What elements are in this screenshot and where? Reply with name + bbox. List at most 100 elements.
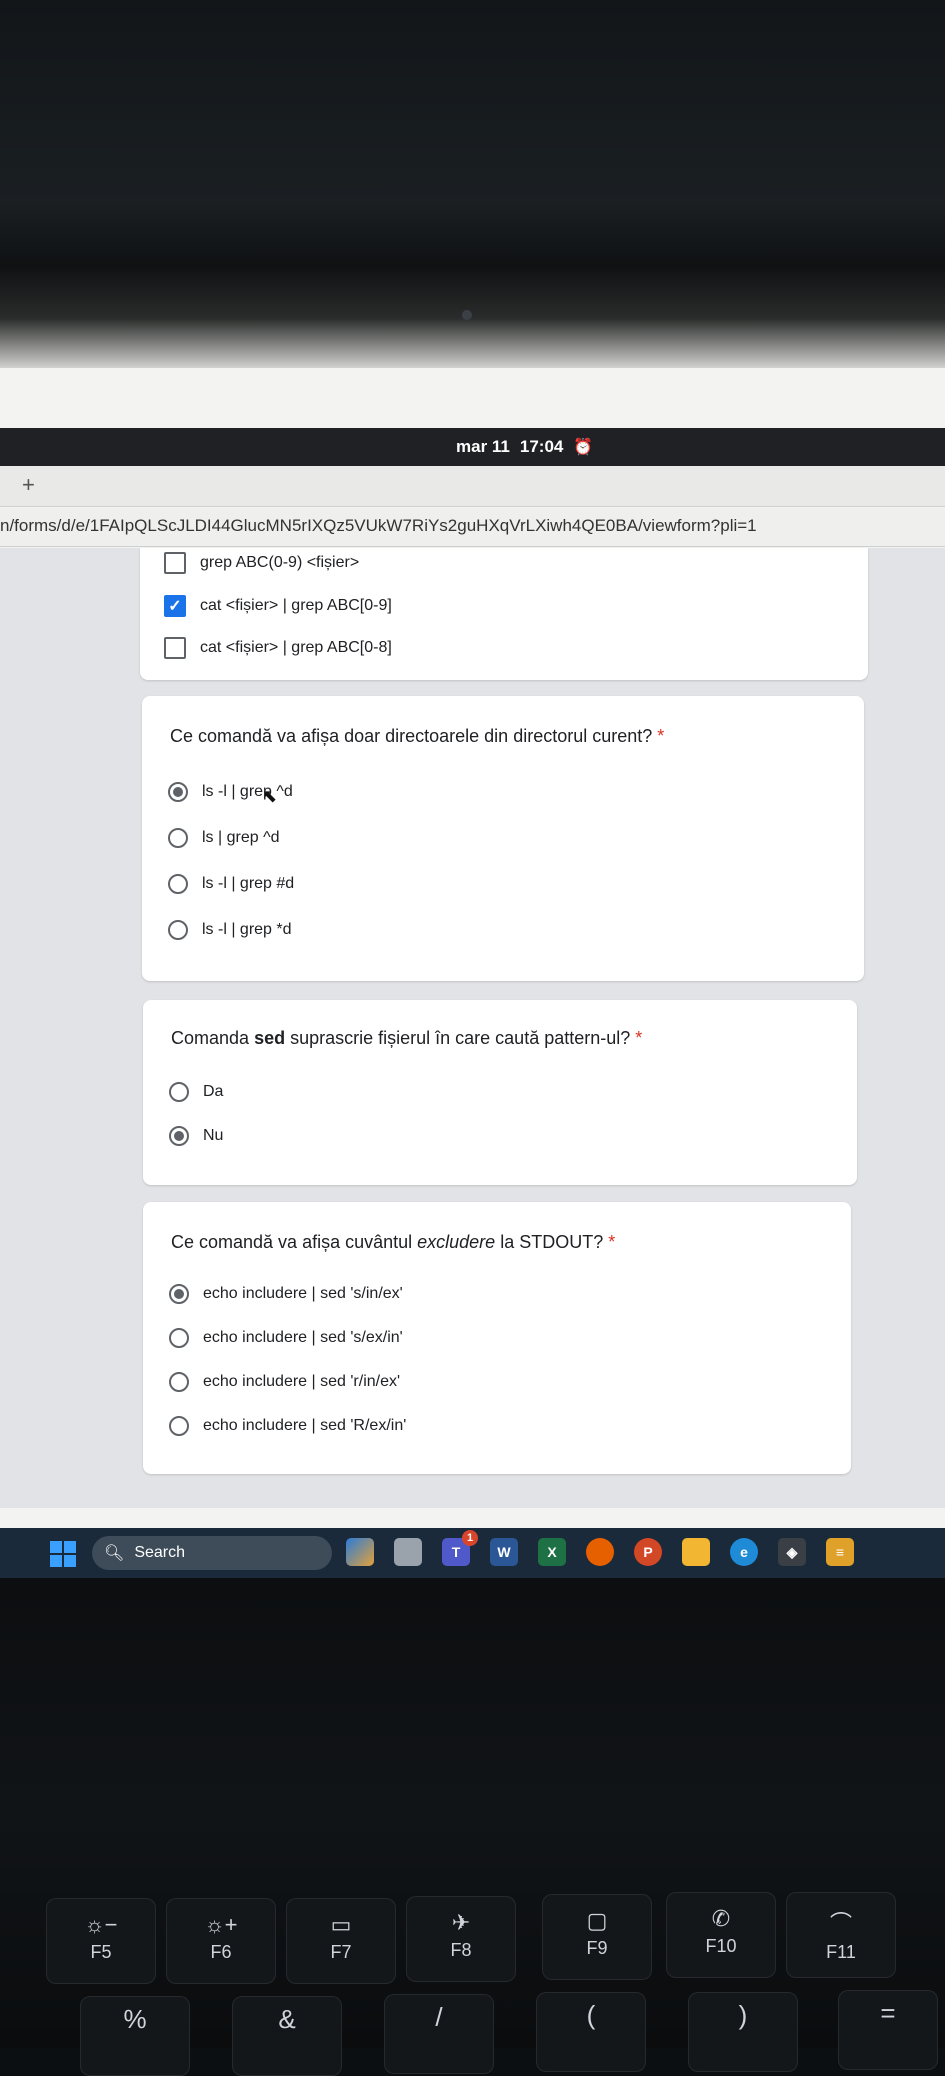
radio-option[interactable]: echo includere | sed 's/in/ex' — [169, 1284, 403, 1304]
required-marker: * — [608, 1232, 616, 1252]
question-title: Comanda sed suprascrie fișierul în care … — [171, 1028, 643, 1048]
laptop-bezel — [0, 0, 945, 370]
checkbox[interactable] — [164, 637, 186, 659]
airplane-mode-icon: ✈ — [451, 1910, 471, 1935]
taskbar: 🔍︎ Search T1 W X P e ◈ ≡ — [0, 1528, 945, 1578]
option-label: ls -l | grep #d — [202, 875, 295, 892]
option-label: ls -l | grep ^d — [202, 783, 293, 800]
key-paren-open[interactable]: ( — [536, 1992, 646, 2072]
mouse-pointer-icon: ⬉ — [262, 786, 278, 806]
key-slash[interactable]: / — [384, 1994, 494, 2074]
radio-option[interactable]: Nu — [169, 1126, 223, 1146]
key-percent[interactable]: % — [80, 1996, 190, 2076]
clock-date: mar 11 — [456, 437, 510, 456]
checkbox-option[interactable]: ✓ cat <fișier> | grep ABC[0-9] — [164, 595, 392, 617]
word-icon[interactable]: W — [490, 1538, 518, 1566]
key-f11[interactable]: ⌒ F11 — [786, 1892, 896, 1978]
question-card: Ce comandă va afișa doar directoarele di… — [142, 696, 864, 981]
taskbar-search[interactable]: 🔍︎ Search — [92, 1536, 332, 1570]
question-card-checkbox: grep ABC(0-9) <fișier> ✓ cat <fișier> | … — [140, 548, 868, 680]
checkbox-checked[interactable]: ✓ — [164, 595, 186, 617]
address-bar[interactable]: n/forms/d/e/1FAIpQLScJLDI44GlucMN5rIXQz5… — [0, 508, 945, 547]
key-f9[interactable]: ▢ F9 — [542, 1894, 652, 1980]
clock[interactable]: mar 11 17:04 ⏰ — [456, 437, 593, 457]
radio-option[interactable]: echo includere | sed 's/ex/in' — [169, 1328, 403, 1348]
form-page: grep ABC(0-9) <fișier> ✓ cat <fișier> | … — [0, 548, 945, 1508]
message-icon: ▢ — [586, 1908, 608, 1933]
key-f6[interactable]: ☼+ F6 — [166, 1898, 276, 1984]
radio-option[interactable]: ls -l | grep *d — [168, 920, 292, 940]
option-label: echo includere | sed 'R/ex/in' — [203, 1417, 407, 1434]
question-title: Ce comandă va afișa doar directoarele di… — [170, 726, 665, 746]
brightness-up-icon: ☼+ — [204, 1912, 238, 1937]
radio[interactable] — [169, 1082, 189, 1102]
radio[interactable] — [169, 1416, 189, 1436]
package-icon[interactable]: ◈ — [778, 1538, 806, 1566]
required-marker: * — [635, 1028, 643, 1048]
question-card: Comanda sed suprascrie fișierul în care … — [143, 1000, 857, 1185]
webcam — [462, 310, 472, 320]
option-label: ls -l | grep *d — [202, 921, 292, 938]
teams-icon[interactable]: T1 — [442, 1530, 478, 1566]
screen: mar 11 17:04 ⏰ + n/forms/d/e/1FAIpQLScJL… — [0, 368, 945, 1578]
option-label: ls | grep ^d — [202, 829, 280, 846]
powerpoint-icon[interactable]: P — [634, 1538, 662, 1566]
clock-time: 17:04 — [519, 437, 564, 456]
required-marker: * — [657, 726, 665, 746]
radio-option[interactable]: Da — [169, 1082, 223, 1102]
checkbox-option[interactable]: grep ABC(0-9) <fișier> — [164, 552, 359, 574]
brightness-down-icon: ☼− — [84, 1912, 118, 1937]
key-f8[interactable]: ✈ F8 — [406, 1896, 516, 1982]
hang-up-icon: ⌒ — [829, 1911, 852, 1936]
key-f5[interactable]: ☼− F5 — [46, 1898, 156, 1984]
radio-option[interactable]: ls | grep ^d — [168, 828, 279, 848]
checkbox[interactable] — [164, 552, 186, 574]
key-f7[interactable]: ▭ F7 — [286, 1898, 396, 1984]
radio[interactable] — [168, 920, 188, 940]
new-tab-button[interactable]: + — [22, 472, 35, 498]
radio[interactable] — [169, 1328, 189, 1348]
option-label: grep ABC(0-9) <fișier> — [200, 554, 360, 571]
tab-bar: + — [0, 466, 945, 507]
key-paren-close[interactable]: ) — [688, 1992, 798, 2072]
teams-badge: 1 — [462, 1530, 478, 1546]
key-equals[interactable]: = — [838, 1990, 938, 2070]
option-label: echo includere | sed 'r/in/ex' — [203, 1373, 401, 1390]
system-top-bar: mar 11 17:04 ⏰ — [0, 428, 945, 466]
radio-selected[interactable] — [168, 782, 188, 802]
checkbox-option[interactable]: cat <fișier> | grep ABC[0-8] — [164, 637, 392, 659]
radio[interactable] — [169, 1372, 189, 1392]
app-icon[interactable]: ≡ — [826, 1538, 854, 1566]
option-label: Nu — [203, 1127, 224, 1144]
key-ampersand[interactable]: & — [232, 1996, 342, 2076]
radio-selected[interactable] — [169, 1126, 189, 1146]
radio-option[interactable]: ls -l | grep #d — [168, 874, 294, 894]
question-title: Ce comandă va afișa cuvântul excludere l… — [171, 1232, 616, 1252]
notification-bell-icon[interactable]: ⏰ — [573, 437, 593, 457]
search-label: Search — [134, 1544, 186, 1561]
option-label: cat <fișier> | grep ABC[0-8] — [200, 639, 392, 656]
search-icon: 🔍︎ — [104, 1545, 125, 1562]
option-label: echo includere | sed 's/in/ex' — [203, 1285, 403, 1302]
option-label: Da — [203, 1083, 224, 1100]
firefox-icon[interactable] — [586, 1538, 614, 1566]
copilot-icon[interactable] — [346, 1538, 374, 1566]
radio[interactable] — [168, 874, 188, 894]
url-text[interactable]: n/forms/d/e/1FAIpQLScJLDI44GlucMN5rIXQz5… — [0, 516, 757, 536]
edge-icon[interactable]: e — [730, 1538, 758, 1566]
laptop-keyboard: ☼− F5 ☼+ F6 ▭ F7 ✈ F8 ▢ F9 ✆ F10 ⌒ F11 %… — [0, 1578, 945, 2076]
radio[interactable] — [168, 828, 188, 848]
radio-option[interactable]: echo includere | sed 'R/ex/in' — [169, 1416, 406, 1436]
file-icon[interactable] — [394, 1538, 422, 1566]
option-label: echo includere | sed 's/ex/in' — [203, 1329, 403, 1346]
question-card: Ce comandă va afișa cuvântul excludere l… — [143, 1202, 851, 1474]
radio-selected[interactable] — [169, 1284, 189, 1304]
radio-option[interactable]: echo includere | sed 'r/in/ex' — [169, 1372, 400, 1392]
windows-start-icon[interactable] — [50, 1541, 76, 1567]
folder-icon[interactable] — [682, 1538, 710, 1566]
key-f10[interactable]: ✆ F10 — [666, 1892, 776, 1978]
display-icon: ▭ — [330, 1912, 352, 1937]
option-label: cat <fișier> | grep ABC[0-9] — [200, 597, 392, 614]
excel-icon[interactable]: X — [538, 1538, 566, 1566]
phone-icon: ✆ — [711, 1906, 731, 1931]
